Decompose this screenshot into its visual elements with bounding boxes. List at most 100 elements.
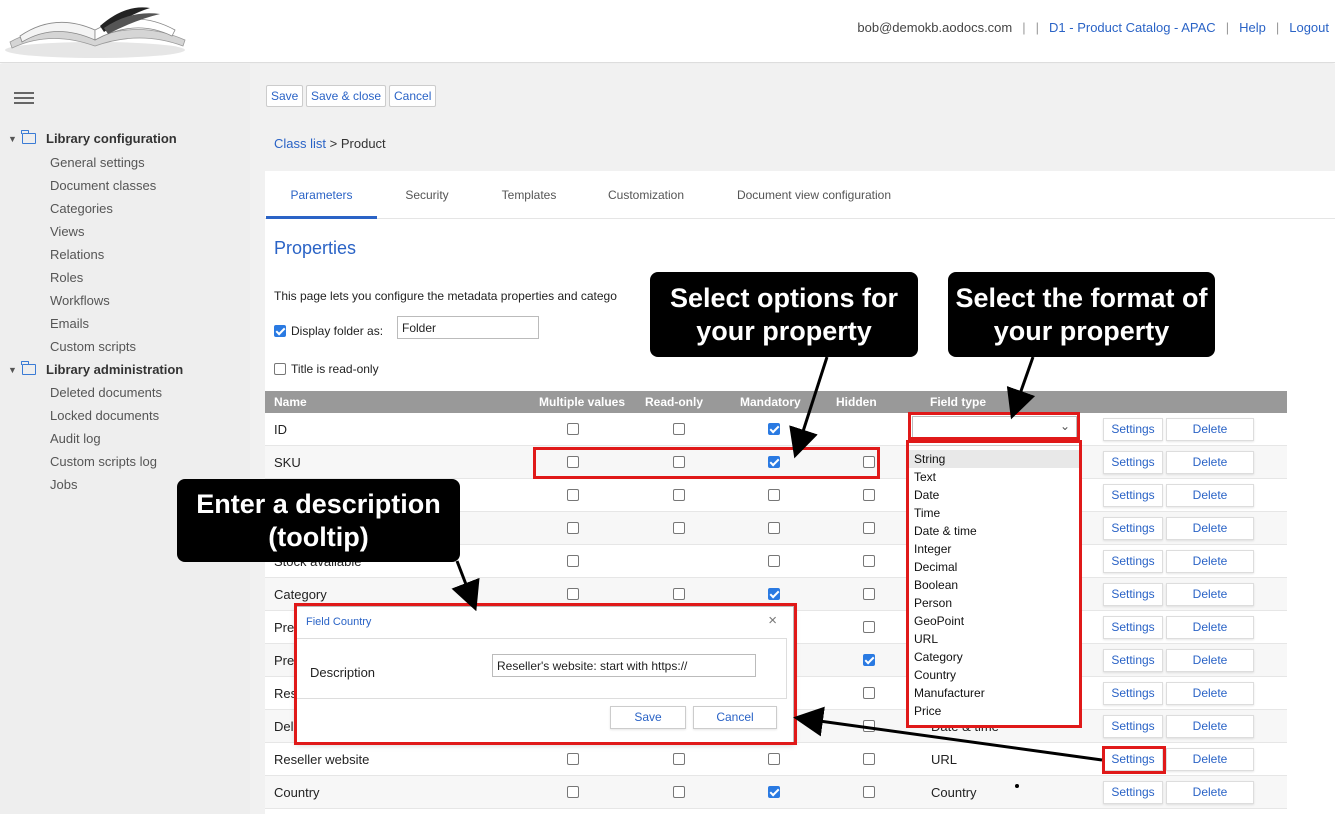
hidden-checkbox[interactable] <box>863 720 875 732</box>
settings-button[interactable]: Settings <box>1103 682 1163 705</box>
delete-button[interactable]: Delete <box>1166 682 1254 705</box>
sidebar-item-general-settings[interactable]: General settings <box>50 155 145 170</box>
mandatory-checkbox[interactable] <box>768 555 780 567</box>
logout-link[interactable]: Logout <box>1289 20 1329 35</box>
sidebar-item-locked-documents[interactable]: Locked documents <box>50 408 159 423</box>
settings-button[interactable]: Settings <box>1103 616 1163 639</box>
delete-button[interactable]: Delete <box>1166 484 1254 507</box>
multiple-values-checkbox[interactable] <box>567 423 579 435</box>
field-type-option[interactable]: Boolean <box>909 576 1079 594</box>
save-close-button[interactable]: Save & close <box>306 85 387 107</box>
close-icon[interactable]: × <box>768 612 777 629</box>
mandatory-checkbox[interactable] <box>768 588 780 600</box>
chevron-down-icon[interactable]: ⌄ <box>1060 419 1070 433</box>
caret-down-icon[interactable]: ▼ <box>8 365 22 375</box>
sidebar-item-relations[interactable]: Relations <box>50 247 104 262</box>
sidebar-item-document-classes[interactable]: Document classes <box>50 178 156 193</box>
settings-button[interactable]: Settings <box>1103 418 1163 441</box>
mandatory-checkbox[interactable] <box>768 753 780 765</box>
delete-button[interactable]: Delete <box>1166 748 1254 771</box>
hidden-checkbox[interactable] <box>863 522 875 534</box>
display-folder-input[interactable] <box>397 316 539 339</box>
settings-button[interactable]: Settings <box>1103 649 1163 672</box>
sidebar-item-categories[interactable]: Categories <box>50 201 113 216</box>
mandatory-checkbox[interactable] <box>768 786 780 798</box>
hidden-checkbox[interactable] <box>863 456 875 468</box>
sidebar-item-audit-log[interactable]: Audit log <box>50 431 101 446</box>
delete-button[interactable]: Delete <box>1166 583 1254 606</box>
library-link[interactable]: D1 - Product Catalog - APAC <box>1049 20 1216 35</box>
tab-security[interactable]: Security <box>388 171 466 219</box>
field-type-option[interactable]: Manufacturer <box>909 684 1079 702</box>
field-type-option[interactable]: GeoPoint <box>909 612 1079 630</box>
field-type-option[interactable]: String <box>909 450 1079 468</box>
mandatory-checkbox[interactable] <box>768 522 780 534</box>
settings-button[interactable]: Settings <box>1103 748 1163 771</box>
field-type-option[interactable]: Person <box>909 594 1079 612</box>
tab-document-view-configuration[interactable]: Document view configuration <box>724 171 904 219</box>
field-type-option[interactable]: Country <box>909 666 1079 684</box>
settings-button[interactable]: Settings <box>1103 781 1163 804</box>
breadcrumb-class-list[interactable]: Class list <box>274 136 326 151</box>
field-type-option[interactable]: URL <box>909 630 1079 648</box>
dialog-save-button[interactable]: Save <box>610 706 686 729</box>
field-type-option[interactable]: Time <box>909 504 1079 522</box>
sidebar-item-views[interactable]: Views <box>50 224 84 239</box>
delete-button[interactable]: Delete <box>1166 781 1254 804</box>
cancel-button[interactable]: Cancel <box>389 85 437 107</box>
sidebar-item-workflows[interactable]: Workflows <box>50 293 110 308</box>
mandatory-checkbox[interactable] <box>768 489 780 501</box>
sidebar-group-library-configuration[interactable]: ▼ Library configuration <box>8 130 177 146</box>
mandatory-checkbox[interactable] <box>768 456 780 468</box>
hidden-checkbox[interactable] <box>863 555 875 567</box>
tab-templates[interactable]: Templates <box>487 171 571 219</box>
settings-button[interactable]: Settings <box>1103 550 1163 573</box>
sidebar-item-custom-scripts[interactable]: Custom scripts <box>50 339 136 354</box>
display-folder-checkbox[interactable] <box>274 325 286 337</box>
hidden-checkbox[interactable] <box>863 588 875 600</box>
settings-button[interactable]: Settings <box>1103 583 1163 606</box>
hidden-checkbox[interactable] <box>863 786 875 798</box>
hamburger-menu-icon[interactable] <box>14 92 34 106</box>
sidebar-item-custom-scripts-log[interactable]: Custom scripts log <box>50 454 157 469</box>
hidden-checkbox[interactable] <box>863 489 875 501</box>
sidebar-group-library-administration[interactable]: ▼ Library administration <box>8 361 183 377</box>
multiple-values-checkbox[interactable] <box>567 522 579 534</box>
field-type-option[interactable]: Decimal <box>909 558 1079 576</box>
field-type-option[interactable]: Price <box>909 702 1079 720</box>
multiple-values-checkbox[interactable] <box>567 753 579 765</box>
field-type-select[interactable]: ⌄ <box>912 416 1077 439</box>
sidebar-item-jobs[interactable]: Jobs <box>50 477 77 492</box>
read-only-checkbox[interactable] <box>673 456 685 468</box>
settings-button[interactable]: Settings <box>1103 517 1163 540</box>
read-only-checkbox[interactable] <box>673 753 685 765</box>
delete-button[interactable]: Delete <box>1166 451 1254 474</box>
settings-button[interactable]: Settings <box>1103 715 1163 738</box>
hidden-checkbox[interactable] <box>863 687 875 699</box>
delete-button[interactable]: Delete <box>1166 616 1254 639</box>
multiple-values-checkbox[interactable] <box>567 786 579 798</box>
field-type-option[interactable]: Category <box>909 648 1079 666</box>
sidebar-item-roles[interactable]: Roles <box>50 270 83 285</box>
multiple-values-checkbox[interactable] <box>567 489 579 501</box>
read-only-checkbox[interactable] <box>673 588 685 600</box>
read-only-checkbox[interactable] <box>673 423 685 435</box>
hidden-checkbox[interactable] <box>863 753 875 765</box>
read-only-checkbox[interactable] <box>673 786 685 798</box>
save-button[interactable]: Save <box>266 85 304 107</box>
delete-button[interactable]: Delete <box>1166 649 1254 672</box>
read-only-checkbox[interactable] <box>673 489 685 501</box>
field-type-option[interactable]: Date & time <box>909 522 1079 540</box>
sidebar-item-deleted-documents[interactable]: Deleted documents <box>50 385 162 400</box>
field-type-option[interactable]: Text <box>909 468 1079 486</box>
multiple-values-checkbox[interactable] <box>567 456 579 468</box>
description-input[interactable] <box>492 654 756 677</box>
delete-button[interactable]: Delete <box>1166 550 1254 573</box>
multiple-values-checkbox[interactable] <box>567 555 579 567</box>
settings-button[interactable]: Settings <box>1103 451 1163 474</box>
sidebar-item-emails[interactable]: Emails <box>50 316 89 331</box>
tab-customization[interactable]: Customization <box>595 171 697 219</box>
multiple-values-checkbox[interactable] <box>567 588 579 600</box>
field-type-option[interactable]: Integer <box>909 540 1079 558</box>
help-link[interactable]: Help <box>1239 20 1266 35</box>
